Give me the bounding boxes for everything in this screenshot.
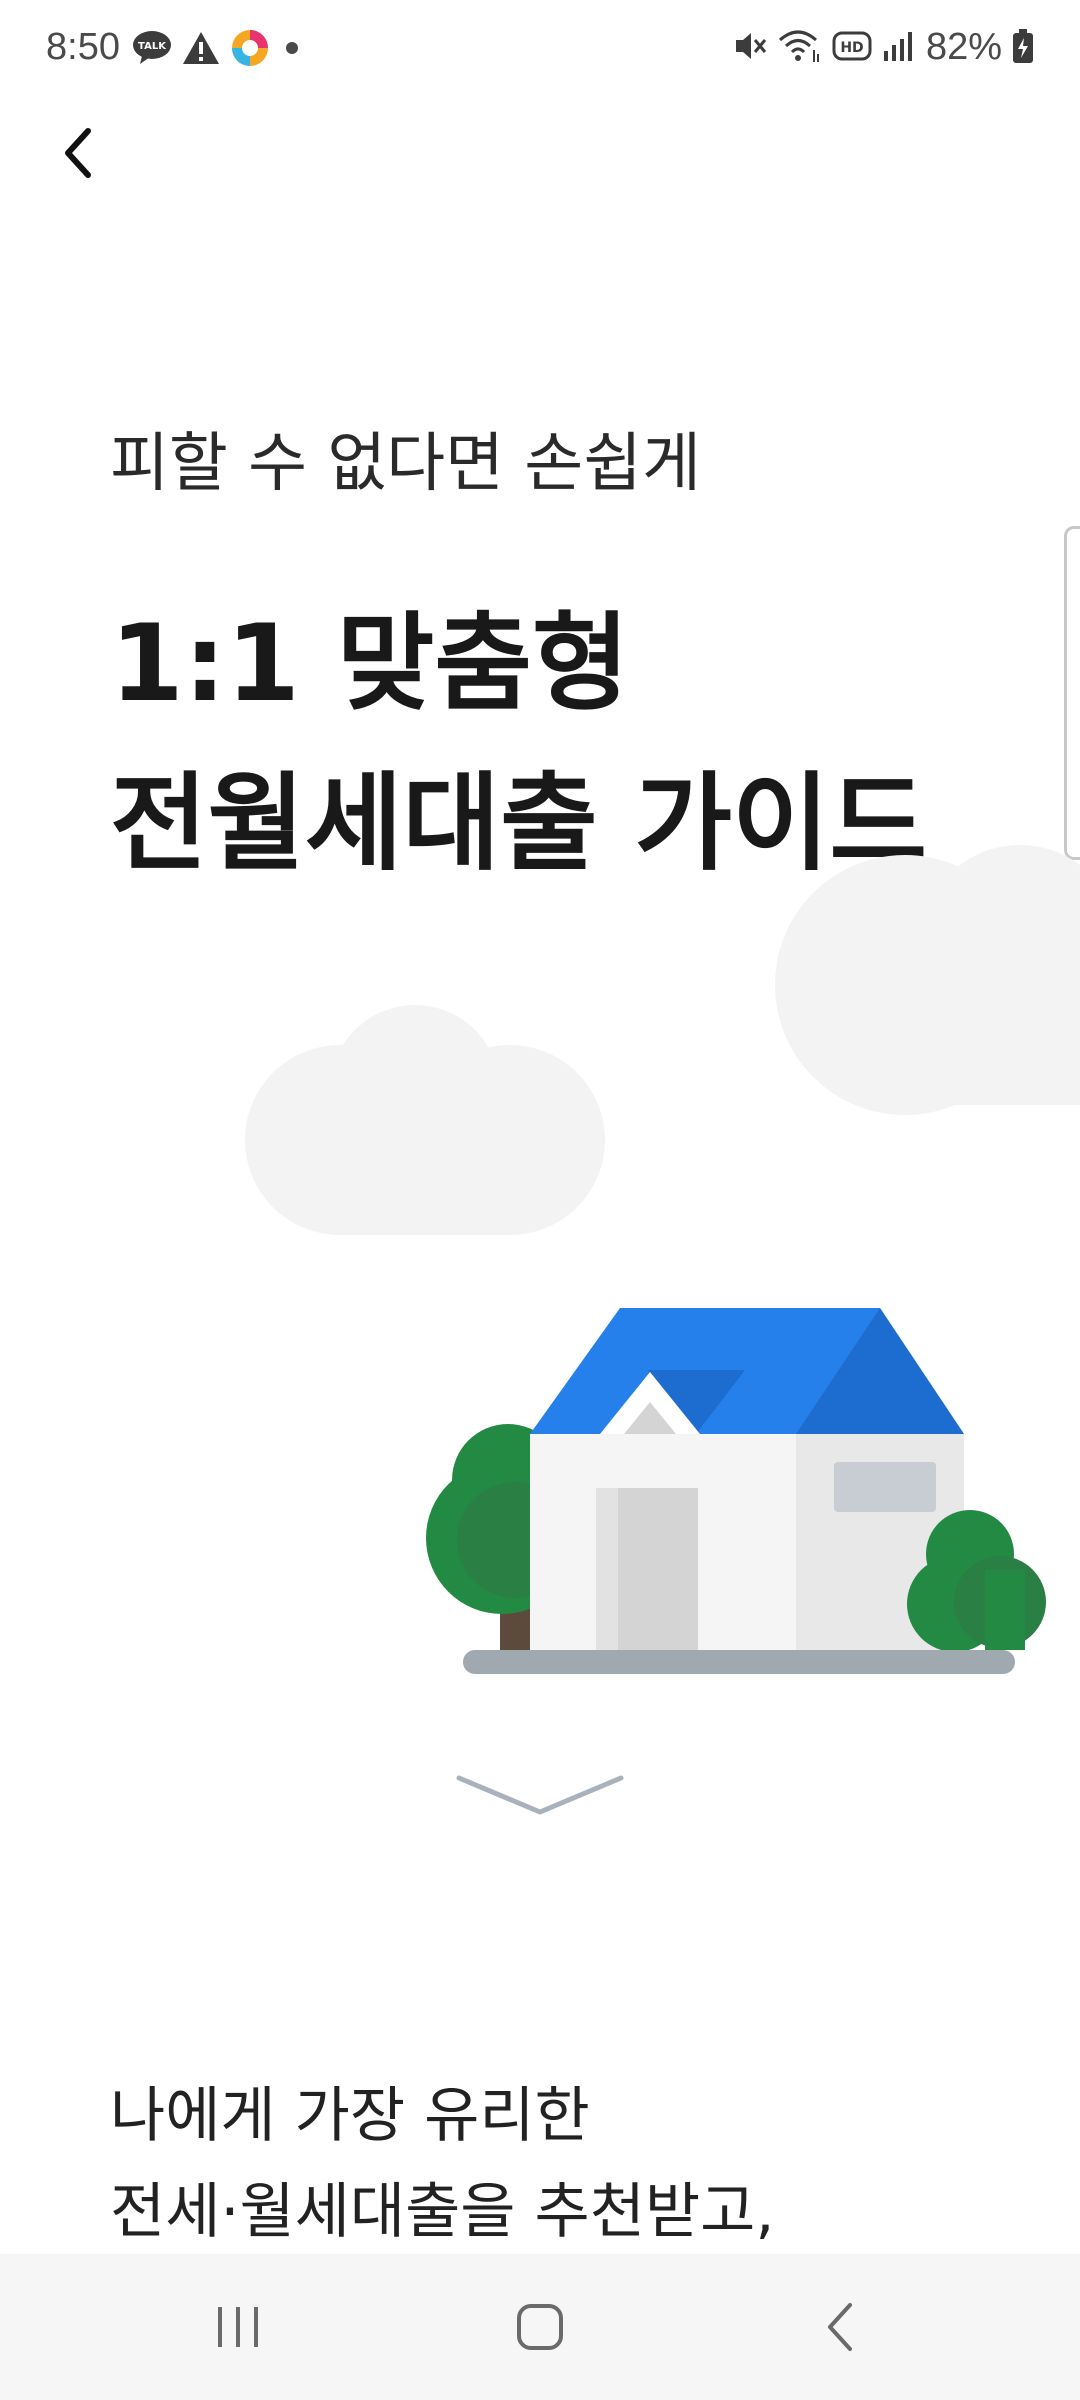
back-button[interactable]	[48, 118, 108, 188]
app-icon	[230, 28, 270, 72]
cloud-right	[775, 845, 1080, 1115]
hd-icon: HD	[832, 30, 872, 66]
wifi-icon	[778, 28, 822, 68]
recent-apps-icon	[218, 2307, 258, 2347]
status-right: HD 82%	[732, 26, 1034, 69]
page-title-line1: 1:1 맞춤형	[110, 602, 630, 725]
warning-icon	[182, 30, 220, 70]
screen: 8:50 TALK HD 82% 피할 수 없다면 손쉽게 1:1 맞춤형 전월…	[0, 0, 1080, 2400]
signal-icon	[882, 29, 916, 67]
svg-text:TALK: TALK	[138, 41, 167, 52]
chevron-down-icon	[456, 1775, 624, 1815]
mute-icon	[732, 28, 768, 68]
status-time: 8:50	[46, 26, 120, 68]
back-icon	[828, 2303, 852, 2351]
home-button[interactable]	[480, 2284, 600, 2370]
home-icon	[517, 2304, 563, 2350]
description-line2: 전세·월세대출을 추천받고,	[110, 2177, 775, 2247]
nav-back-button[interactable]	[782, 2284, 902, 2370]
page-subtitle: 피할 수 없다면 손쉽게	[110, 427, 701, 501]
house-illustration	[245, 845, 1080, 1674]
description-text: 나에게 가장 유리한 전세·월세대출을 추천받고,	[110, 2068, 774, 2260]
kakaotalk-icon: TALK	[132, 30, 172, 70]
battery-percent: 82%	[925, 26, 1002, 68]
dot-icon	[280, 36, 304, 64]
svg-text:HD: HD	[840, 40, 863, 56]
status-bar: 8:50 TALK HD 82%	[0, 0, 1080, 100]
status-left-icons: TALK	[132, 28, 304, 72]
recent-apps-button[interactable]	[178, 2284, 298, 2370]
system-nav-bar	[0, 2254, 1080, 2400]
side-scroll-handle[interactable]	[1064, 526, 1080, 860]
scroll-down-hint[interactable]	[455, 1770, 625, 1820]
description-line1: 나에게 가장 유리한	[110, 2081, 590, 2151]
chevron-left-icon	[65, 128, 91, 178]
cloud-left	[245, 1005, 605, 1235]
battery-icon	[1012, 28, 1034, 68]
